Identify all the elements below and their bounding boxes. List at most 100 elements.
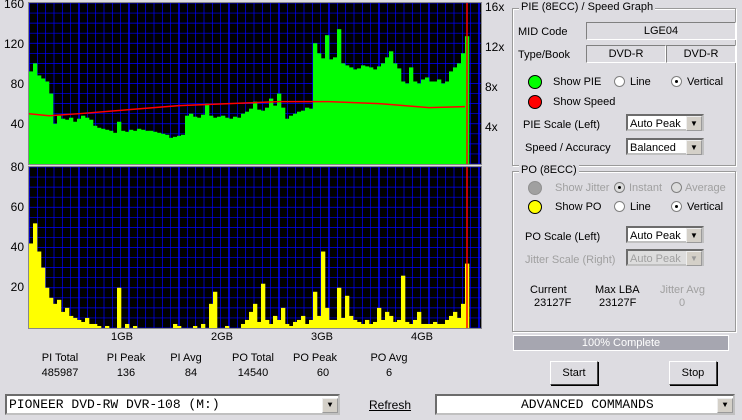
po-bar xyxy=(193,325,198,328)
show-speed-led-icon[interactable] xyxy=(528,95,542,109)
po-bar xyxy=(93,323,98,328)
pie-bar xyxy=(201,114,206,164)
refresh-link[interactable]: Refresh xyxy=(369,398,411,412)
po-bar xyxy=(385,311,390,328)
pie-bar xyxy=(425,77,430,164)
po-bar xyxy=(341,317,346,328)
po-line-radio[interactable] xyxy=(614,201,625,212)
y-tick-40: 40 xyxy=(10,117,24,131)
po-bar xyxy=(57,299,62,328)
pie-bar xyxy=(269,98,274,164)
po-avg-label: PO Avg xyxy=(370,352,408,364)
pie-bar xyxy=(173,136,178,164)
pie-bar xyxy=(373,69,378,164)
show-pie-label[interactable]: Show PIE xyxy=(553,76,601,88)
po-vertical-radio[interactable] xyxy=(671,201,682,212)
po-bar xyxy=(437,323,442,328)
po-bar xyxy=(245,319,250,328)
show-pie-led-icon[interactable] xyxy=(528,75,542,89)
po-bar xyxy=(405,321,410,328)
po-bar xyxy=(49,297,54,328)
pie-bar xyxy=(149,130,154,164)
pie-bar xyxy=(113,132,118,164)
jitter-average-radio[interactable] xyxy=(671,182,682,193)
pie-bar xyxy=(389,51,394,164)
speed-accuracy-select[interactable]: Balanced ▼ xyxy=(626,138,704,155)
pie-chart xyxy=(28,2,482,165)
pie-bar xyxy=(133,130,138,164)
pie-bar xyxy=(89,119,94,164)
po-bar xyxy=(201,323,206,328)
pi-peak-value: 136 xyxy=(116,367,136,379)
po-bar xyxy=(253,303,258,328)
y-tick-po-60: 60 xyxy=(10,200,24,214)
po-bar xyxy=(41,267,46,328)
show-jitter-led-icon[interactable] xyxy=(528,181,542,195)
advanced-commands-select[interactable]: ADVANCED COMMANDS ▼ xyxy=(435,394,735,415)
pie-bar xyxy=(401,81,406,164)
po-bar xyxy=(293,321,298,328)
po-bar xyxy=(261,283,266,328)
start-button[interactable]: Start xyxy=(550,361,598,385)
po-bar xyxy=(105,325,110,328)
pie-bar xyxy=(265,107,270,164)
y2-tick-4x: 4x xyxy=(485,120,498,134)
pie-line-radio[interactable] xyxy=(614,76,625,87)
x-tick-3gb: 3GB xyxy=(310,331,333,343)
jitter-scale-select[interactable]: Auto Peak ▼ xyxy=(626,249,704,266)
pie-vertical-radio[interactable] xyxy=(671,76,682,87)
po-bar xyxy=(301,315,306,328)
po-bar xyxy=(177,325,182,328)
pie-bar xyxy=(225,117,230,164)
po-scale-select[interactable]: Auto Peak ▼ xyxy=(626,226,704,243)
y-tick-160: 160 xyxy=(3,0,24,11)
po-bar xyxy=(441,323,446,328)
pie-bar xyxy=(169,137,174,164)
advanced-commands-value: ADVANCED COMMANDS xyxy=(521,397,654,412)
drive-select[interactable]: PIONEER DVD-RW DVR-108 (M:) ▼ xyxy=(5,394,340,415)
pie-bar xyxy=(333,57,338,164)
pie-bar xyxy=(181,134,186,164)
po-bar xyxy=(401,275,406,328)
chevron-down-icon: ▼ xyxy=(686,116,702,131)
pie-scale-select[interactable]: Auto Peak ▼ xyxy=(626,114,704,131)
show-po-label[interactable]: Show PO xyxy=(555,201,601,213)
po-scale-label: PO Scale (Left) xyxy=(525,231,601,243)
pie-bar xyxy=(277,93,282,164)
jitter-instant-radio[interactable] xyxy=(614,182,625,193)
pie-bar xyxy=(437,79,442,164)
pie-bar xyxy=(165,134,170,164)
po-bar xyxy=(89,323,94,328)
pie-bar xyxy=(45,81,50,164)
po-bar xyxy=(265,319,270,328)
x-tick-1gb: 1GB xyxy=(110,331,133,343)
mid-code-label: MID Code xyxy=(518,26,568,38)
pie-group: PIE (8ECC) / Speed Graph MID Code LGE04 … xyxy=(512,1,736,166)
po-bar xyxy=(329,319,334,328)
po-bar xyxy=(225,325,230,328)
pie-bar xyxy=(41,78,46,164)
pie-bar xyxy=(369,67,374,164)
po-bar xyxy=(53,303,58,328)
show-jitter-label: Show Jitter xyxy=(555,182,610,194)
pie-bar xyxy=(325,35,330,164)
show-speed-label[interactable]: Show Speed xyxy=(553,96,615,108)
po-bar xyxy=(425,323,430,328)
po-bar xyxy=(365,319,370,328)
pie-bar xyxy=(69,117,74,164)
po-bar xyxy=(333,319,338,328)
po-bar xyxy=(33,223,38,328)
po-bar xyxy=(429,323,434,328)
stop-button[interactable]: Stop xyxy=(669,361,717,385)
po-bar xyxy=(97,325,102,328)
po-bar xyxy=(289,325,294,328)
show-po-led-icon[interactable] xyxy=(528,200,542,214)
chevron-down-icon: ▼ xyxy=(717,398,733,413)
po-bar xyxy=(457,317,462,328)
y2-tick-12x: 12x xyxy=(485,40,505,54)
po-bar xyxy=(273,315,278,328)
pie-bar xyxy=(193,116,198,164)
progress-text: 100% Complete xyxy=(581,337,661,349)
pie-bar xyxy=(145,130,150,164)
type-book-label: Type/Book xyxy=(518,49,570,61)
